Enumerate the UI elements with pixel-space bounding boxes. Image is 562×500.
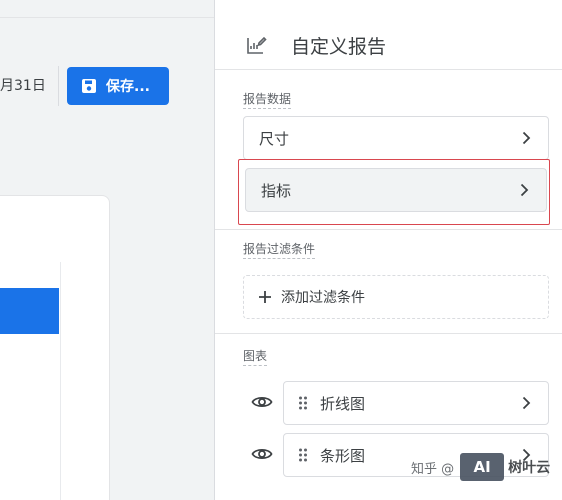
drag-handle-icon[interactable] (298, 448, 308, 462)
metrics-row[interactable]: 指标 (245, 168, 547, 212)
report-card (0, 195, 110, 500)
section-divider (215, 229, 562, 230)
watermark-logo: AI (460, 453, 505, 481)
plus-icon (258, 290, 272, 304)
toolbar-divider (58, 66, 59, 106)
chart-item-line[interactable]: 折线图 (283, 381, 549, 425)
panel-title: 自定义报告 (291, 36, 387, 58)
eye-icon[interactable] (251, 443, 273, 465)
report-data-label: 报告数据 (243, 90, 292, 109)
report-filters-label: 报告过滤条件 (243, 240, 316, 259)
chevron-right-icon (518, 395, 534, 411)
date-range-label[interactable]: 月31日 (0, 75, 46, 95)
add-filter-button[interactable]: 添加过滤条件 (243, 275, 549, 319)
chart-item-label: 条形图 (320, 446, 366, 465)
watermark-prefix: 知乎 @ (411, 461, 455, 477)
save-icon (81, 78, 97, 94)
watermark: 知乎 @ AI 树叶云 (411, 453, 550, 481)
edit-chart-icon (245, 34, 267, 56)
add-filter-label: 添加过滤条件 (281, 290, 365, 306)
chevron-right-icon (516, 182, 532, 198)
chart-bar (0, 288, 59, 334)
watermark-name: 树叶云 (508, 460, 551, 476)
chart-axis-line (60, 262, 61, 500)
chart-item-label: 折线图 (320, 394, 366, 413)
section-divider (215, 333, 562, 334)
charts-label: 图表 (243, 347, 268, 366)
eye-icon[interactable] (251, 391, 273, 413)
chevron-right-icon (518, 130, 534, 146)
dimensions-label: 尺寸 (259, 129, 290, 148)
customize-report-panel: 自定义报告 报告数据 尺寸 指标 报告过滤条件 添加过滤条件 图表 折线图 条形… (214, 0, 562, 500)
dimensions-row[interactable]: 尺寸 (243, 116, 549, 160)
report-canvas-area: 月31日 保存... (0, 0, 214, 500)
metrics-label: 指标 (261, 181, 292, 200)
panel-header: 自定义报告 (215, 20, 562, 70)
save-button[interactable]: 保存... (67, 67, 169, 105)
top-bar-strip (0, 0, 214, 18)
save-button-label: 保存... (106, 79, 150, 95)
drag-handle-icon[interactable] (298, 396, 308, 410)
